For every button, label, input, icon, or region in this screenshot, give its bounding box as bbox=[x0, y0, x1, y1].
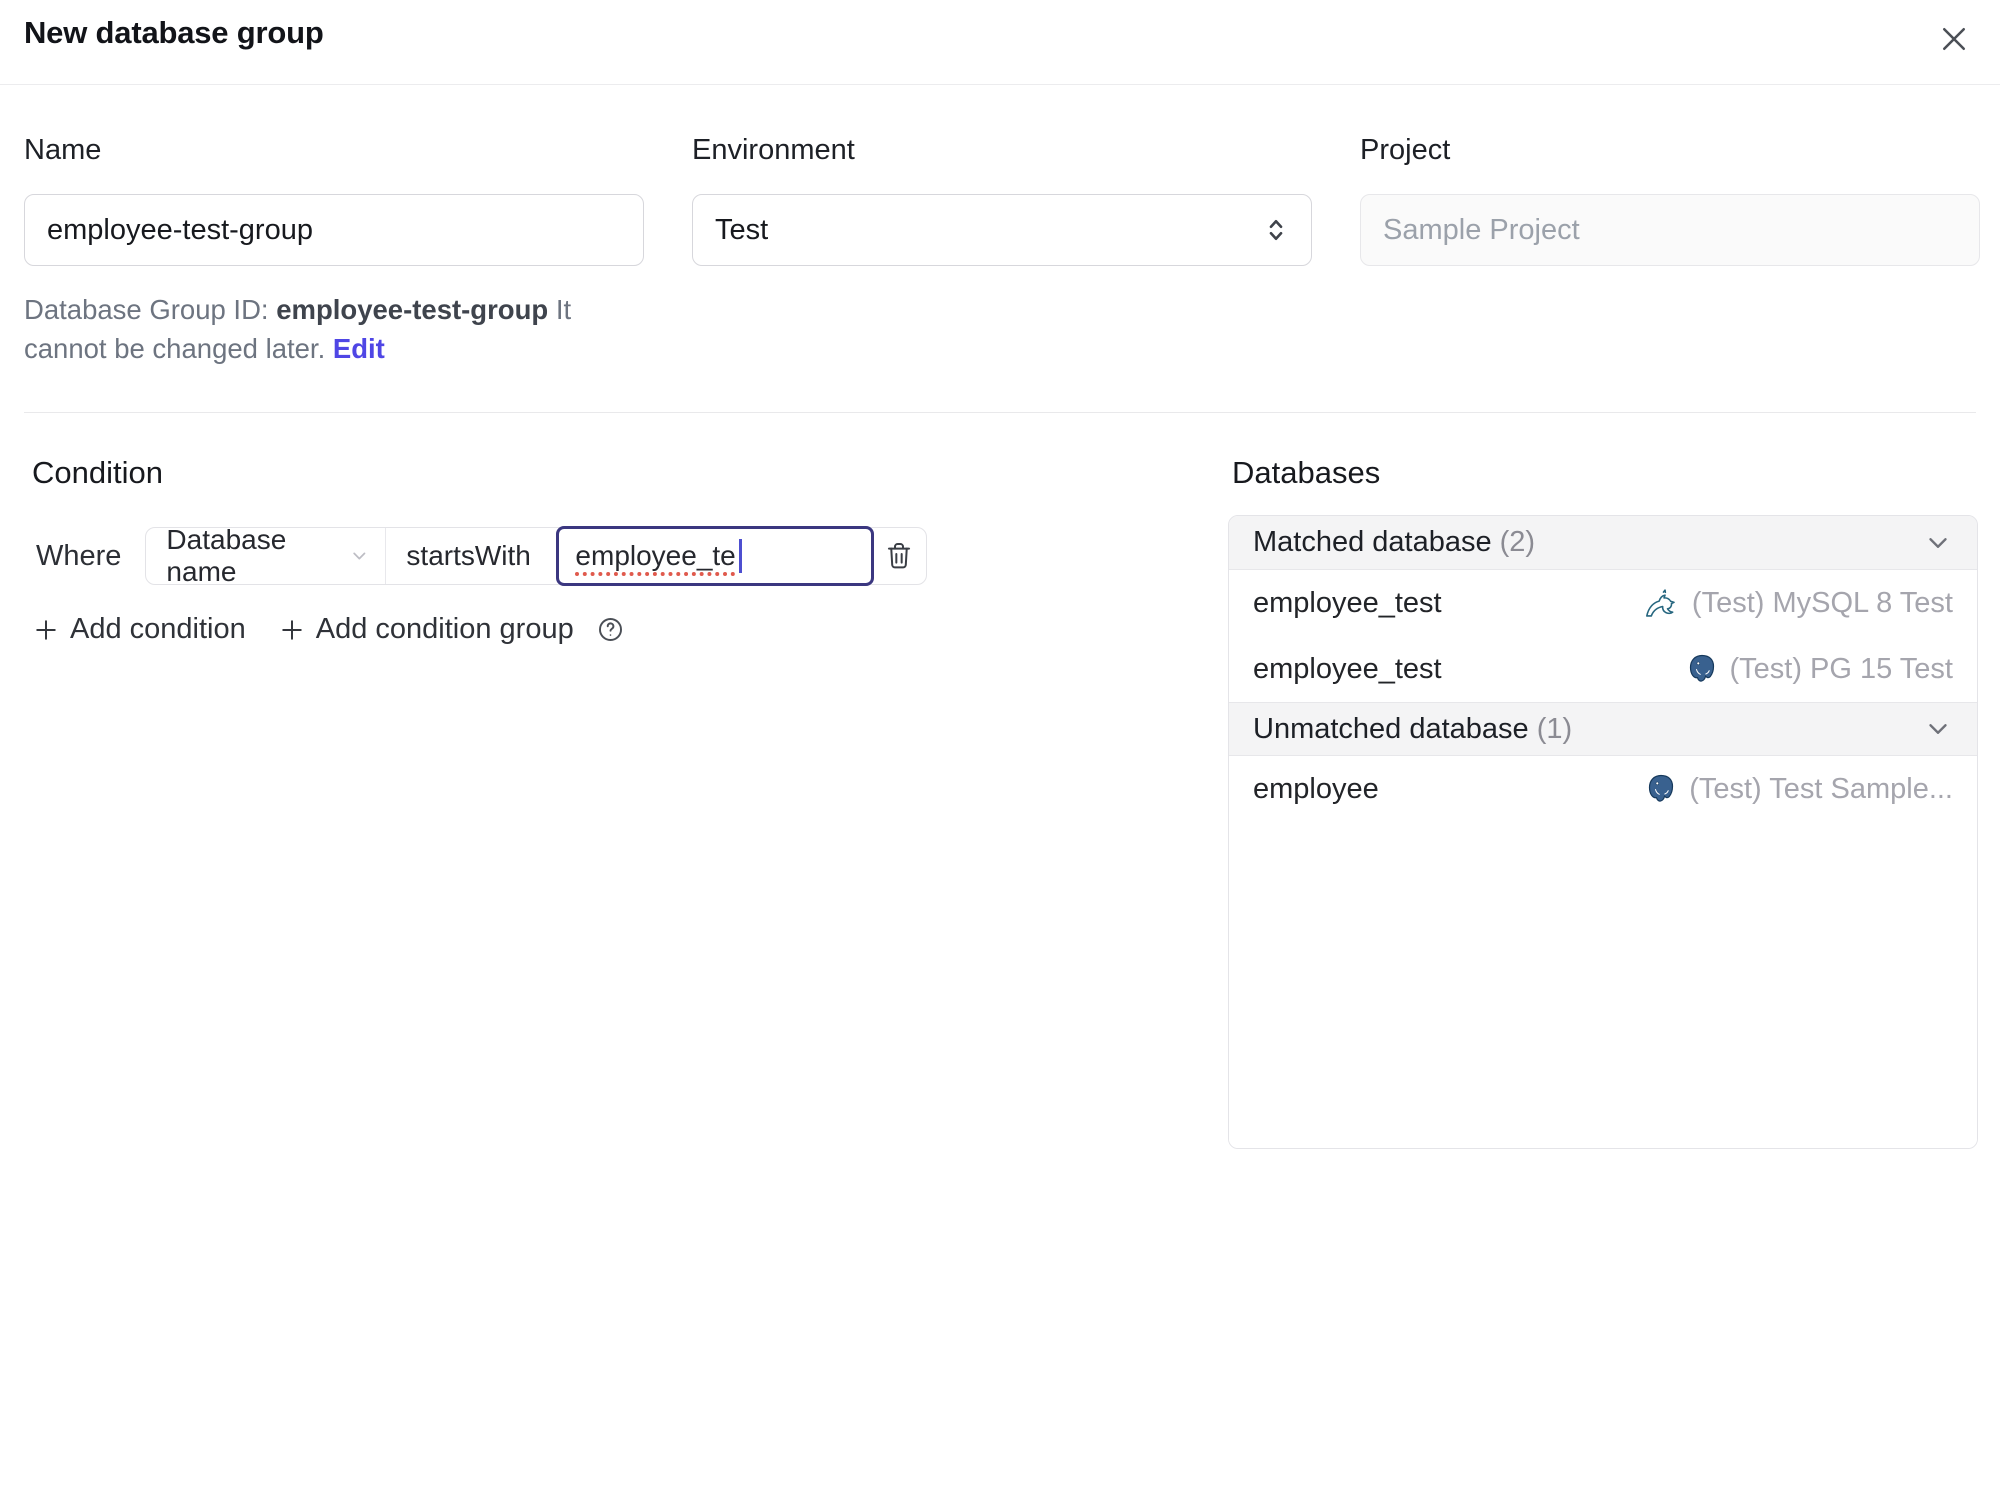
condition-operator-select[interactable]: startsWith bbox=[386, 528, 558, 584]
databases-panel: Matched database (2) employee_test (Test)… bbox=[1228, 515, 1978, 1149]
chevron-down-icon bbox=[1929, 537, 1947, 548]
database-name: employee_test bbox=[1253, 652, 1442, 685]
group-id-prefix: Database Group ID: bbox=[24, 294, 269, 325]
project-label: Project bbox=[1360, 134, 1451, 166]
text-cursor bbox=[738, 539, 742, 573]
database-row: employee_test (Test) PG 15 Test bbox=[1229, 636, 1977, 702]
database-instance: (Test) MySQL 8 Test bbox=[1644, 587, 1953, 620]
name-label: Name bbox=[24, 134, 102, 166]
add-condition-group-label: Add condition group bbox=[315, 613, 574, 645]
matched-database-title: Matched database (2) bbox=[1253, 526, 1536, 558]
panel-empty-space bbox=[1229, 822, 1977, 1148]
close-button[interactable] bbox=[1934, 19, 1974, 59]
chevron-down-icon bbox=[1929, 724, 1947, 734]
condition-field-value: Database name bbox=[166, 524, 287, 587]
group-form: Name Database Group ID: employee-test-gr… bbox=[0, 85, 2000, 368]
database-instance: (Test) Test Sample... bbox=[1645, 773, 1953, 806]
main-area: Condition Where Database name startsWith… bbox=[0, 413, 2000, 1149]
unmatched-count: (1) bbox=[1536, 712, 1573, 745]
database-instance: (Test) PG 15 Test bbox=[1686, 653, 1953, 686]
databases-heading: Databases bbox=[1232, 455, 1381, 490]
trash-icon bbox=[888, 543, 911, 569]
condition-actions: Add condition Add condition group bbox=[24, 613, 1200, 646]
name-input[interactable] bbox=[24, 194, 644, 266]
up-down-chevron-icon bbox=[1269, 219, 1283, 241]
databases-section: Databases Matched database (2) employee_t… bbox=[1228, 453, 1978, 1149]
delete-condition-button[interactable] bbox=[872, 528, 926, 584]
group-id-helper: Database Group ID: employee-test-group I… bbox=[24, 290, 644, 368]
condition-row: Where Database name startsWith employee_… bbox=[24, 524, 1200, 587]
database-row: employee (Test) Test Sample... bbox=[1229, 756, 1977, 822]
database-name: employee bbox=[1253, 772, 1379, 805]
project-input bbox=[1360, 194, 1980, 266]
name-field-column: Name Database Group ID: employee-test-gr… bbox=[24, 132, 644, 368]
project-field-column: Project bbox=[1360, 132, 1980, 368]
condition-value-input[interactable]: employee_te bbox=[556, 526, 875, 586]
add-condition-label: Add condition bbox=[70, 613, 246, 645]
environment-field-column: Environment Test bbox=[692, 132, 1312, 368]
condition-group: Database name startsWith employee_te bbox=[145, 524, 928, 587]
plus-icon bbox=[36, 619, 56, 640]
postgresql-icon bbox=[1649, 774, 1674, 802]
condition-heading: Condition bbox=[32, 455, 163, 490]
where-label: Where bbox=[36, 539, 122, 572]
group-id-value: employee-test-group bbox=[276, 294, 549, 325]
matched-database-header[interactable]: Matched database (2) bbox=[1229, 516, 1977, 570]
add-condition-button[interactable]: Add condition bbox=[32, 613, 246, 646]
matched-count: (2) bbox=[1499, 526, 1536, 558]
edit-link[interactable]: Edit bbox=[333, 333, 385, 364]
environment-label: Environment bbox=[692, 134, 855, 166]
condition-field-select[interactable]: Database name bbox=[146, 524, 387, 587]
close-icon bbox=[1942, 27, 1966, 51]
unmatched-database-title: Unmatched database (1) bbox=[1253, 712, 1573, 745]
environment-value: Test bbox=[715, 213, 769, 246]
unmatched-database-header[interactable]: Unmatched database (1) bbox=[1229, 702, 1977, 756]
environment-select[interactable]: Test bbox=[692, 194, 1312, 266]
plus-icon bbox=[282, 619, 302, 640]
condition-value-text: employee_te bbox=[575, 540, 736, 571]
database-row: employee_test (Test) MySQL 8 Test bbox=[1229, 570, 1977, 636]
chevron-down-icon bbox=[353, 552, 366, 560]
condition-section: Condition Where Database name startsWith… bbox=[24, 453, 1200, 1149]
help-icon[interactable] bbox=[596, 615, 625, 644]
page-title: New database group bbox=[24, 15, 324, 50]
dialog-header: New database group bbox=[0, 0, 2000, 85]
mysql-icon bbox=[1645, 589, 1675, 617]
database-name: employee_test bbox=[1253, 586, 1442, 619]
condition-operator-value: startsWith bbox=[406, 540, 531, 571]
add-condition-group-button[interactable]: Add condition group bbox=[278, 613, 625, 646]
postgresql-icon bbox=[1689, 654, 1714, 682]
